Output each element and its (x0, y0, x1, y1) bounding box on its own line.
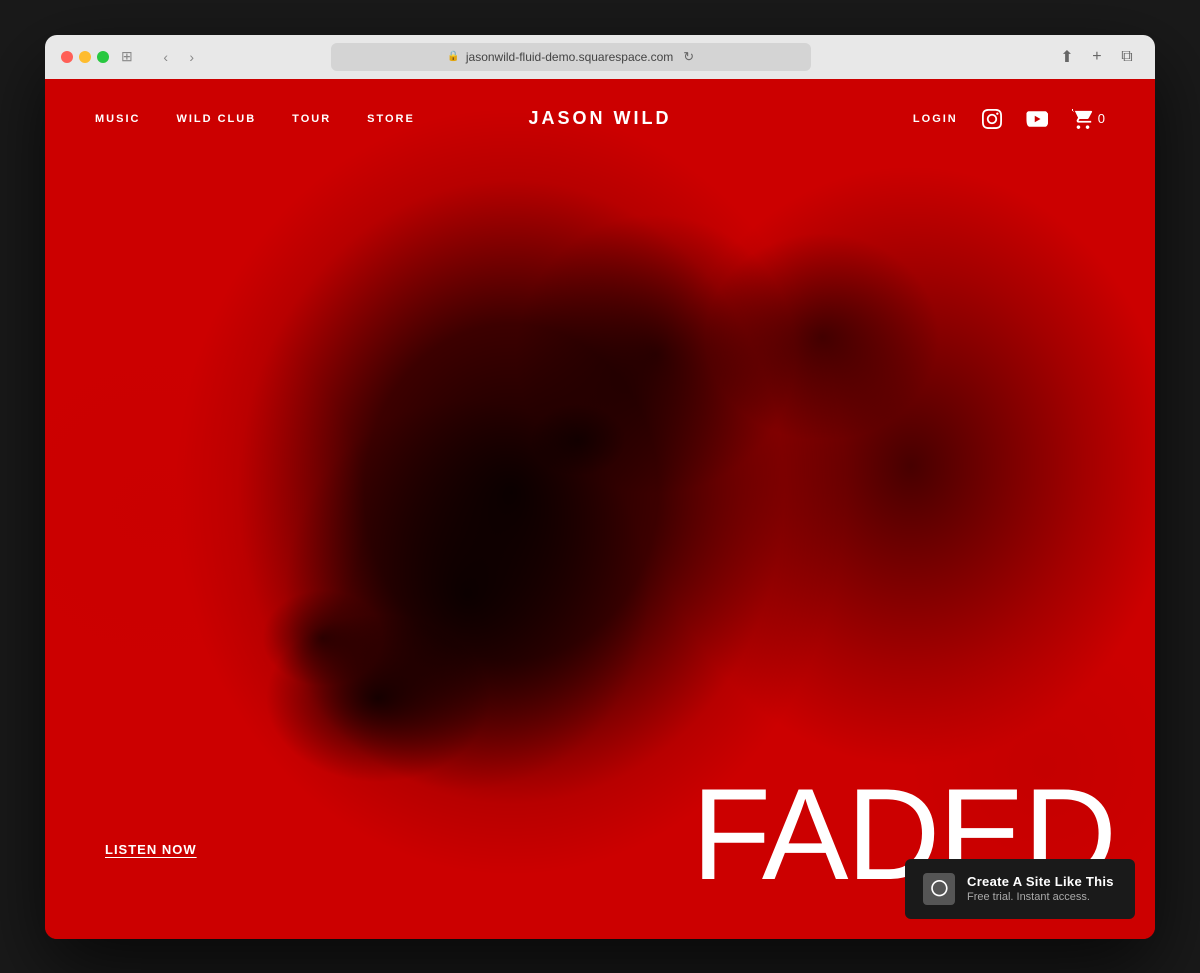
youtube-icon[interactable] (1026, 111, 1048, 127)
browser-window: ⊞ ‹ › 🔒 jasonwild-fluid-demo.squarespace… (45, 35, 1155, 939)
minimize-button[interactable] (79, 51, 91, 63)
navbar: MUSIC WILD CLUB TOUR STORE JASON WILD LO… (45, 79, 1155, 159)
nav-login[interactable]: LOGIN (913, 113, 958, 125)
squarespace-title: Create A Site Like This (967, 874, 1114, 889)
squarespace-subtitle: Free trial. Instant access. (967, 891, 1114, 903)
address-bar[interactable]: 🔒 jasonwild-fluid-demo.squarespace.com ↻ (331, 43, 811, 71)
browser-controls: ‹ › (155, 46, 203, 68)
hero-content: LISTEN NOW (105, 841, 197, 859)
nav-right: LOGIN 0 (913, 109, 1105, 129)
share-button[interactable]: ⬆ (1055, 45, 1079, 69)
close-button[interactable] (61, 51, 73, 63)
back-button[interactable]: ‹ (155, 46, 177, 68)
squarespace-text: Create A Site Like This Free trial. Inst… (967, 874, 1114, 903)
forward-button[interactable]: › (181, 46, 203, 68)
nav-music[interactable]: MUSIC (95, 113, 140, 125)
browser-chrome: ⊞ ‹ › 🔒 jasonwild-fluid-demo.squarespace… (45, 35, 1155, 79)
listen-now-link[interactable]: LISTEN NOW (105, 842, 197, 857)
cart-container[interactable]: 0 (1072, 109, 1105, 129)
nav-store[interactable]: STORE (367, 113, 415, 125)
fullscreen-button[interactable] (97, 51, 109, 63)
nav-left: MUSIC WILD CLUB TOUR STORE (95, 113, 415, 125)
nav-tour[interactable]: TOUR (292, 113, 331, 125)
url-text: jasonwild-fluid-demo.squarespace.com (466, 50, 673, 64)
cart-count: 0 (1098, 111, 1105, 126)
squarespace-logo (923, 873, 955, 905)
lock-icon: 🔒 (447, 51, 459, 62)
sidebar-toggle[interactable]: ⊞ (121, 48, 133, 65)
nav-wild-club[interactable]: WILD CLUB (176, 113, 256, 125)
cart-icon (1072, 109, 1094, 129)
instagram-icon[interactable] (982, 109, 1002, 129)
refresh-icon[interactable]: ↻ (683, 49, 694, 65)
traffic-lights (61, 51, 109, 63)
squarespace-badge[interactable]: Create A Site Like This Free trial. Inst… (905, 859, 1135, 919)
website: MUSIC WILD CLUB TOUR STORE JASON WILD LO… (45, 79, 1155, 939)
new-tab-button[interactable]: + (1085, 45, 1109, 69)
nav-center: JASON WILD (528, 108, 671, 129)
browser-actions: ⬆ + ⧉ (1055, 45, 1139, 69)
tab-overview-button[interactable]: ⧉ (1115, 45, 1139, 69)
site-title[interactable]: JASON WILD (528, 108, 671, 128)
